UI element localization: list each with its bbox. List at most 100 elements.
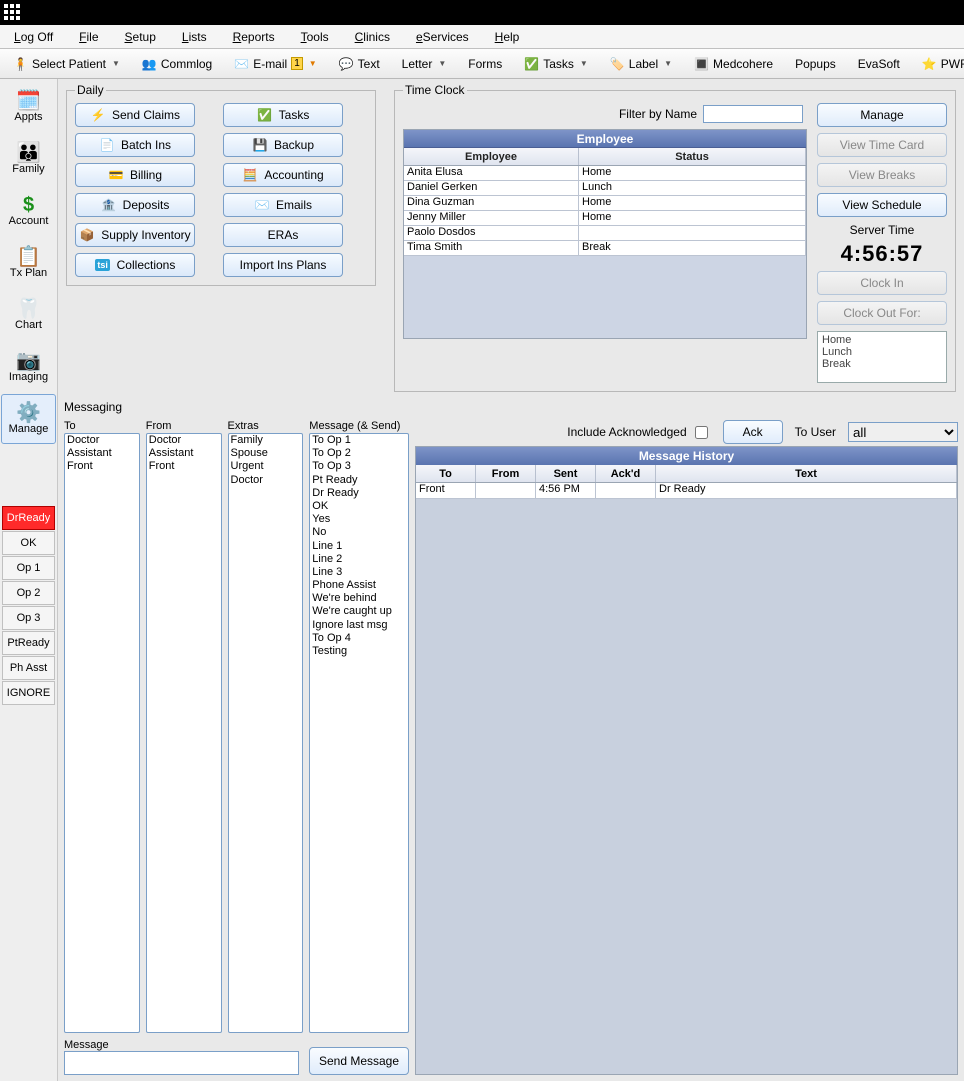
commlog-button[interactable]: 👥Commlog [135, 52, 219, 76]
to-user-select[interactable]: all [848, 422, 958, 442]
nav-account[interactable]: $Account [1, 186, 56, 236]
person-icon: 🧍 [13, 57, 28, 71]
side-btn-op2[interactable]: Op 2 [2, 581, 55, 605]
clock-out-button[interactable]: Clock Out For: [817, 301, 947, 325]
daily-import-ins-plans[interactable]: Import Ins Plans [223, 253, 343, 277]
message-input[interactable] [64, 1051, 299, 1075]
menu-tools[interactable]: Tools [301, 30, 329, 44]
side-btn-ignore[interactable]: IGNORE [2, 681, 55, 705]
view-schedule-button[interactable]: View Schedule [817, 193, 947, 217]
templates-list[interactable]: To Op 1To Op 2To Op 3Pt ReadyDr ReadyOKY… [309, 433, 409, 1033]
from-list[interactable]: DoctorAssistantFront [146, 433, 222, 1033]
daily-billing[interactable]: 💳Billing [75, 163, 195, 187]
from-label: From [146, 420, 222, 432]
forms-button[interactable]: Forms [461, 52, 509, 76]
gear-icon: ⚙️ [16, 403, 41, 423]
pwreviews-button[interactable]: ⭐PWReviews [915, 52, 964, 76]
employee-row[interactable]: Anita ElusaHome [404, 166, 806, 181]
hcol-sent: Sent [536, 465, 596, 482]
filter-name-input[interactable] [703, 105, 803, 123]
nav-imaging[interactable]: 📷Imaging [1, 342, 56, 392]
envelope-icon: ✉️ [234, 57, 249, 71]
popups-button[interactable]: Popups [788, 52, 843, 76]
message-history-table[interactable]: Message History To From Sent Ack'd Text … [415, 446, 958, 1075]
daily-backup[interactable]: 💾Backup [223, 133, 343, 157]
side-btn-ok[interactable]: OK [2, 531, 55, 555]
daily-legend: Daily [75, 83, 106, 97]
include-ack-field[interactable]: Include Acknowledged [567, 423, 710, 442]
daily-accounting[interactable]: 🧮Accounting [223, 163, 343, 187]
msgsend-label: Message (& Send) [309, 420, 409, 432]
daily-batch-ins[interactable]: 📄Batch Ins [75, 133, 195, 157]
nav-family[interactable]: 👪Family [1, 134, 56, 184]
employee-table[interactable]: Employee Employee Status Anita ElusaHome… [403, 129, 807, 339]
hcol-text: Text [656, 465, 957, 482]
daily-icon: 📄 [99, 137, 115, 153]
clock-out-status-list[interactable]: HomeLunchBreak [817, 331, 947, 383]
medcohere-button[interactable]: 🔳Medcohere [687, 52, 780, 76]
tooth-icon: 🦷 [16, 299, 41, 319]
hcol-to: To [416, 465, 476, 482]
menu-clinics[interactable]: Clinics [355, 30, 390, 44]
daily-icon: 📦 [79, 227, 95, 243]
daily-send-claims[interactable]: ⚡Send Claims [75, 103, 195, 127]
hcol-from: From [476, 465, 536, 482]
send-message-button[interactable]: Send Message [309, 1047, 409, 1075]
menu-help[interactable]: Help [495, 30, 520, 44]
employee-row[interactable]: Daniel GerkenLunch [404, 181, 806, 196]
daily-collections[interactable]: tsiCollections [75, 253, 195, 277]
extras-list[interactable]: FamilySpouseUrgentDoctor [228, 433, 304, 1033]
employee-row[interactable]: Tima SmithBreak [404, 241, 806, 256]
daily-deposits[interactable]: 🏦Deposits [75, 193, 195, 217]
nav-manage[interactable]: ⚙️Manage [1, 394, 56, 444]
to-label: To [64, 420, 140, 432]
daily-eras[interactable]: ERAs [223, 223, 343, 247]
menu-reports[interactable]: Reports [233, 30, 275, 44]
nav-txplan[interactable]: 📋Tx Plan [1, 238, 56, 288]
menu-file[interactable]: File [79, 30, 98, 44]
daily-icon: 💾 [252, 137, 268, 153]
messaging-label: Messaging [64, 400, 958, 414]
history-row[interactable]: Front4:56 PMDr Ready [416, 483, 957, 499]
employee-row[interactable]: Paolo Dosdos [404, 226, 806, 241]
menu-logoff[interactable]: Log Off [14, 30, 53, 44]
app-grid-icon [4, 4, 22, 22]
server-time-label: Server Time [817, 223, 947, 237]
text-button[interactable]: 💬Text [332, 52, 387, 76]
email-button[interactable]: ✉️E-mail 1▼ [227, 52, 323, 76]
daily-tasks[interactable]: ✅Tasks [223, 103, 343, 127]
side-btn-drready[interactable]: DrReady [2, 506, 55, 530]
daily-supply-inventory[interactable]: 📦Supply Inventory [75, 223, 195, 247]
view-breaks-button[interactable]: View Breaks [817, 163, 947, 187]
tasks-button[interactable]: ✅Tasks▼ [517, 52, 595, 76]
to-list[interactable]: DoctorAssistantFront [64, 433, 140, 1033]
menu-setup[interactable]: Setup [125, 30, 156, 44]
speech-icon: 💬 [339, 57, 354, 71]
task-check-icon: ✅ [524, 57, 539, 71]
daily-icon: 🏦 [101, 197, 117, 213]
label-icon: 🏷️ [610, 57, 625, 71]
side-btn-phasst[interactable]: Ph Asst [2, 656, 55, 680]
clock-in-button[interactable]: Clock In [817, 271, 947, 295]
daily-emails[interactable]: ✉️Emails [223, 193, 343, 217]
view-time-card-button[interactable]: View Time Card [817, 133, 947, 157]
nav-appts[interactable]: 🗓️Appts [1, 82, 56, 132]
select-patient-button[interactable]: 🧍 Select Patient▼ [6, 52, 127, 76]
title-bar [0, 0, 964, 25]
extras-label: Extras [228, 420, 304, 432]
ack-button[interactable]: Ack [723, 420, 783, 444]
employee-row[interactable]: Dina GuzmanHome [404, 196, 806, 211]
manage-button[interactable]: Manage [817, 103, 947, 127]
side-btn-op3[interactable]: Op 3 [2, 606, 55, 630]
include-ack-checkbox[interactable] [695, 426, 708, 439]
menu-lists[interactable]: Lists [182, 30, 207, 44]
menu-eservices[interactable]: eServices [416, 30, 469, 44]
evasoft-button[interactable]: EvaSoft [851, 52, 907, 76]
nav-chart[interactable]: 🦷Chart [1, 290, 56, 340]
employee-row[interactable]: Jenny MillerHome [404, 211, 806, 226]
daily-icon: ✉️ [254, 197, 270, 213]
letter-button[interactable]: Letter▼ [395, 52, 454, 76]
side-btn-ptready[interactable]: PtReady [2, 631, 55, 655]
side-btn-op1[interactable]: Op 1 [2, 556, 55, 580]
label-button[interactable]: 🏷️Label▼ [603, 52, 679, 76]
